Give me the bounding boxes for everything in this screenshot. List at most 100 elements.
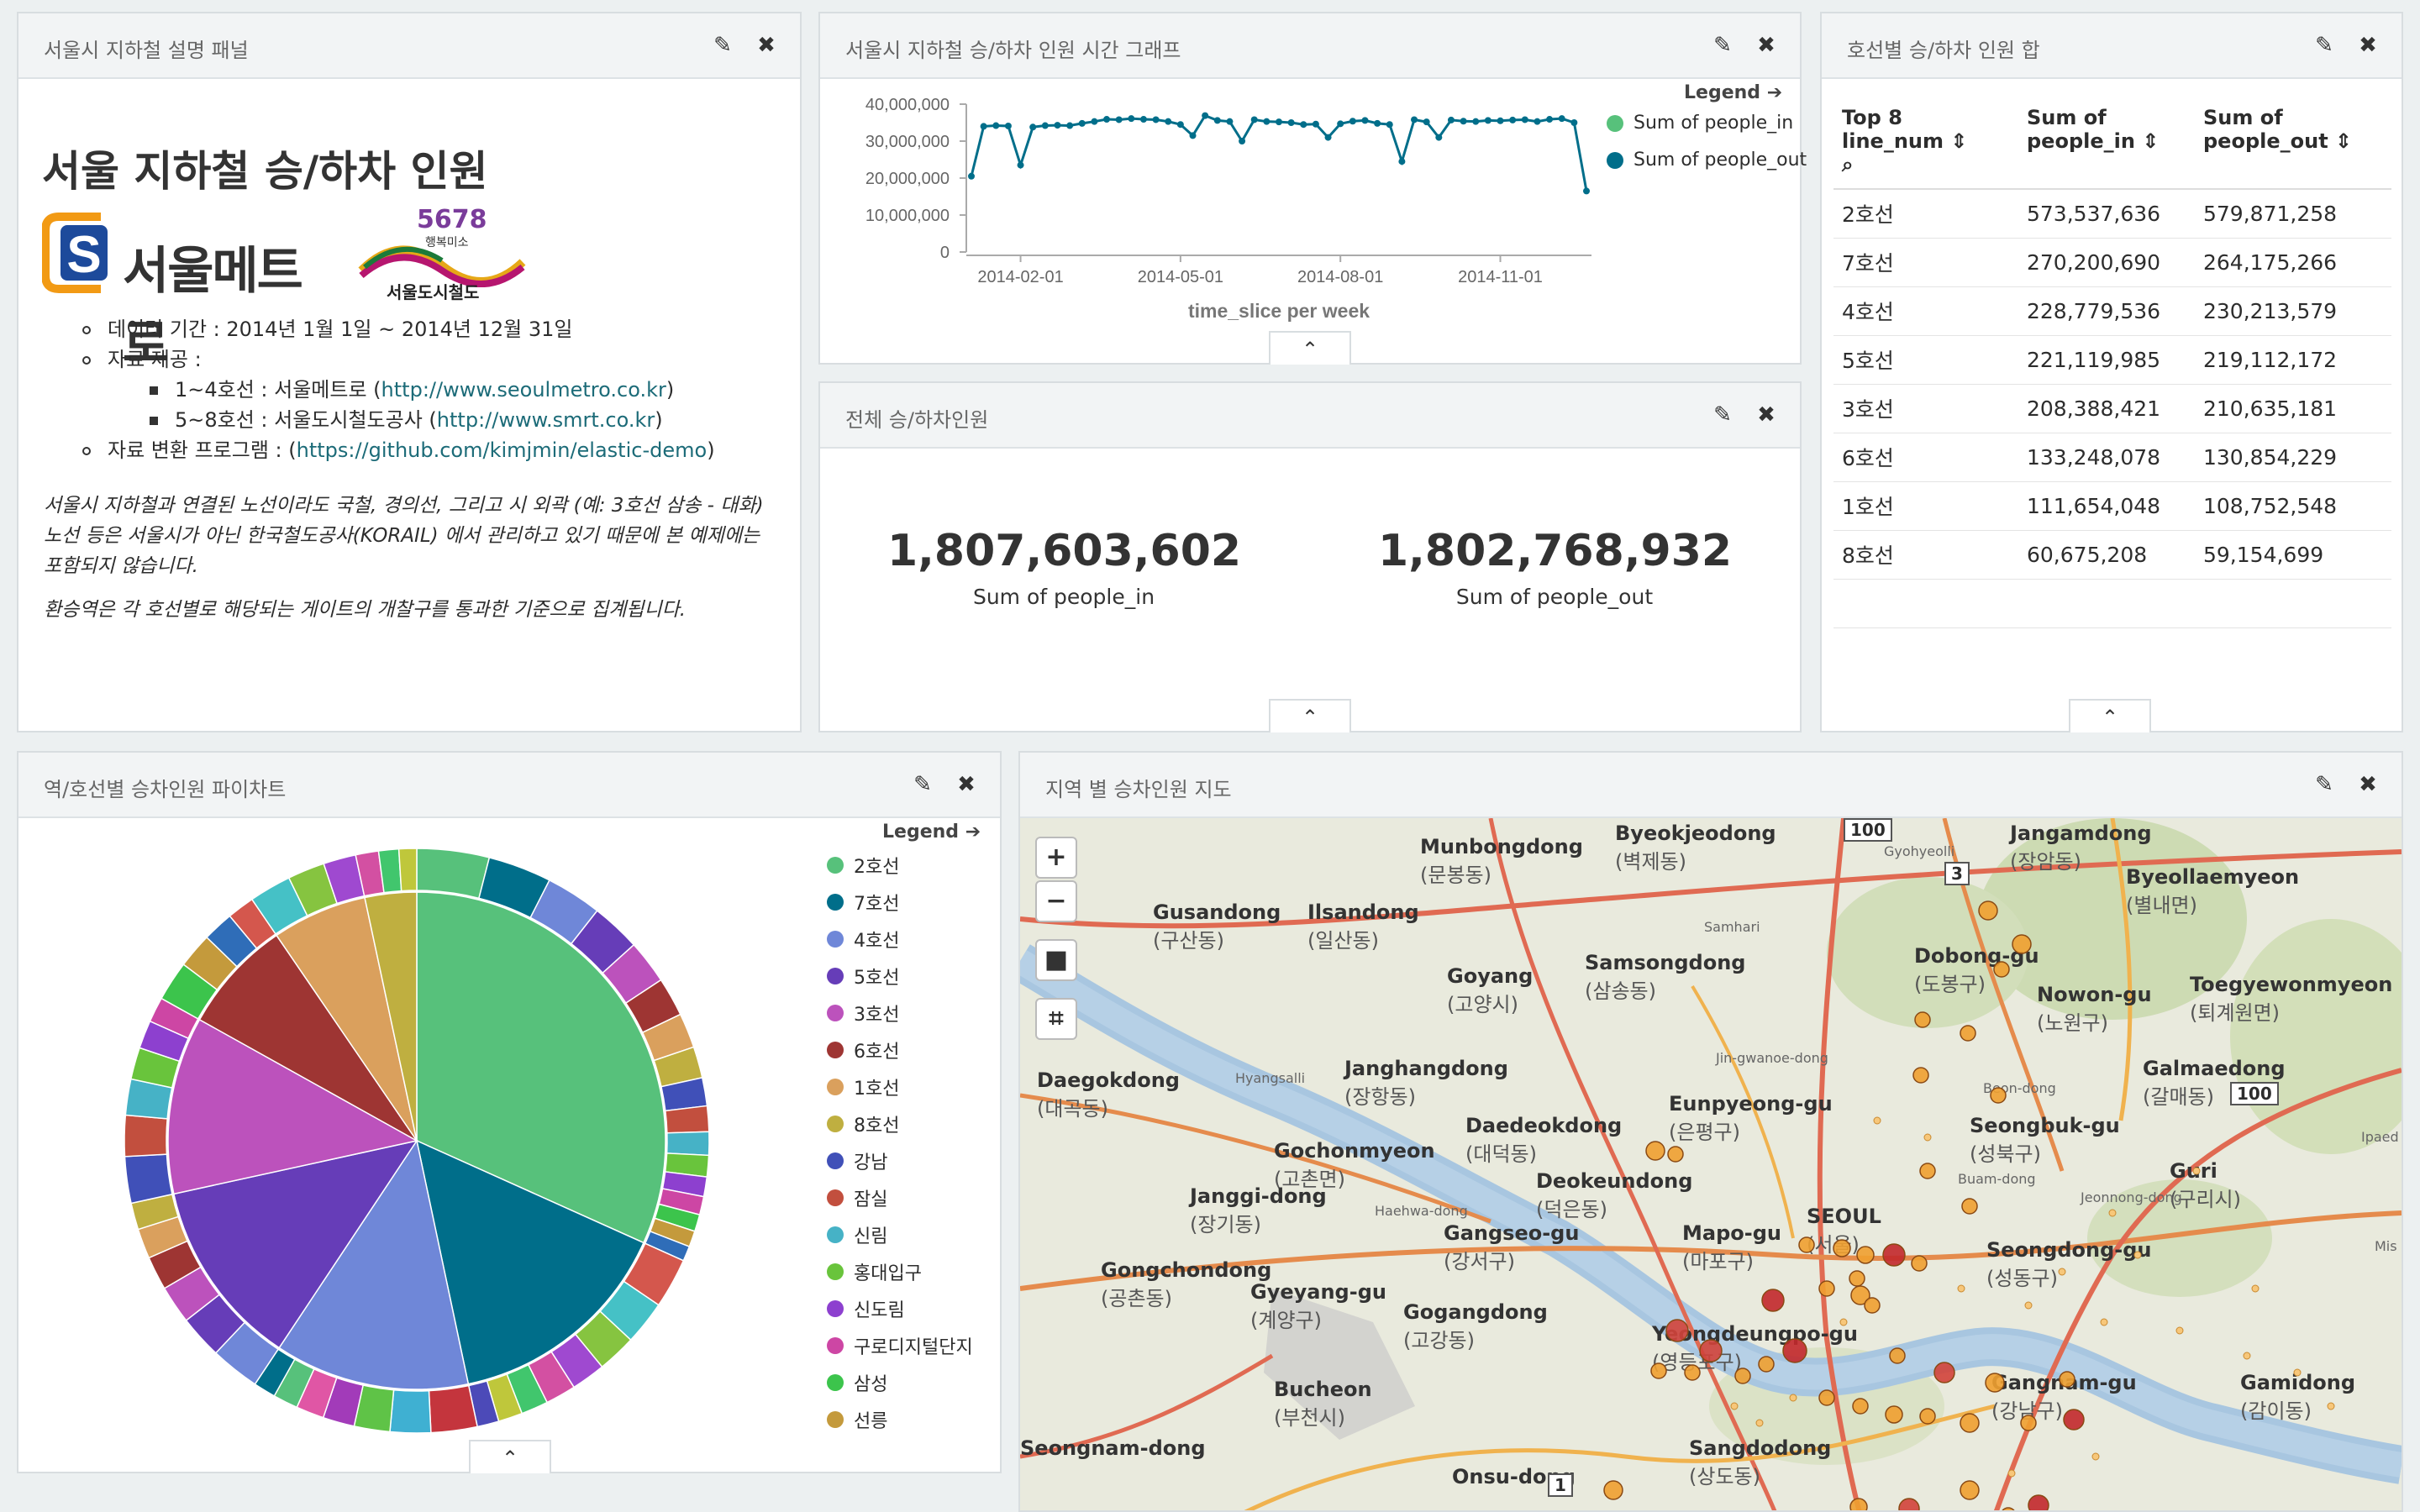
pie-ring-slice[interactable] xyxy=(389,1389,432,1434)
station-marker[interactable] xyxy=(1849,1498,1868,1510)
line-point[interactable] xyxy=(1250,116,1258,123)
line-point[interactable] xyxy=(1361,117,1369,124)
station-marker-small[interactable] xyxy=(2243,1352,2251,1360)
legend-item-out[interactable]: Sum of people_out xyxy=(1607,150,1807,171)
station-marker[interactable] xyxy=(1699,1339,1723,1362)
line-point[interactable] xyxy=(980,123,987,130)
station-marker[interactable] xyxy=(2063,1409,2085,1431)
station-marker-small[interactable] xyxy=(1755,1419,1764,1427)
station-marker-small[interactable] xyxy=(2007,1469,2016,1478)
line-point[interactable] xyxy=(1276,118,1282,126)
edit-icon[interactable]: ✎ xyxy=(1709,402,1736,428)
edit-icon[interactable]: ✎ xyxy=(2311,32,2338,59)
zoom-in-button[interactable]: + xyxy=(1035,837,1077,879)
station-marker-small[interactable] xyxy=(1923,1133,1932,1142)
line-point[interactable] xyxy=(1534,118,1541,125)
line-point[interactable] xyxy=(1066,122,1074,129)
station-marker[interactable] xyxy=(1912,1067,1929,1084)
station-marker-small[interactable] xyxy=(1873,1116,1881,1125)
collapse-toggle[interactable]: ⌃ xyxy=(2069,699,2151,732)
station-marker-small[interactable] xyxy=(2108,1209,2117,1217)
station-marker[interactable] xyxy=(1993,961,2010,978)
legend-item[interactable]: 신림 xyxy=(827,1221,887,1248)
line-point[interactable] xyxy=(1263,118,1270,125)
station-marker-small[interactable] xyxy=(2192,1167,2201,1175)
collapse-toggle[interactable]: ⌃ xyxy=(1269,699,1351,732)
legend-item[interactable]: 6호선 xyxy=(827,1037,899,1063)
station-marker-small[interactable] xyxy=(1789,1394,1797,1402)
line-point[interactable] xyxy=(1091,118,1098,125)
legend-item[interactable]: 1호선 xyxy=(827,1074,899,1100)
close-icon[interactable]: ✖ xyxy=(2354,32,2381,59)
line-point[interactable] xyxy=(1139,116,1147,123)
line-point[interactable] xyxy=(1202,112,1209,119)
collapse-toggle[interactable]: ⌃ xyxy=(1269,331,1351,365)
crop-button[interactable]: ⌗ xyxy=(1035,998,1077,1040)
station-marker[interactable] xyxy=(1833,1239,1851,1257)
station-marker[interactable] xyxy=(1818,1280,1835,1297)
station-marker[interactable] xyxy=(1960,1413,1980,1433)
close-icon[interactable]: ✖ xyxy=(2354,771,2381,798)
edit-icon[interactable]: ✎ xyxy=(2311,771,2338,798)
station-marker[interactable] xyxy=(1667,1146,1684,1163)
station-marker[interactable] xyxy=(1798,1236,1815,1253)
smrt-link[interactable]: http://www.smrt.co.kr xyxy=(437,408,655,432)
station-marker[interactable] xyxy=(1665,1319,1689,1342)
edit-icon[interactable]: ✎ xyxy=(1709,32,1736,59)
station-marker-small[interactable] xyxy=(2058,1268,2066,1276)
line-point[interactable] xyxy=(1460,118,1467,125)
line-point[interactable] xyxy=(1152,116,1160,123)
line-point[interactable] xyxy=(1447,116,1455,123)
line-point[interactable] xyxy=(968,172,975,180)
legend-item[interactable]: 5호선 xyxy=(827,963,899,990)
sort-icon[interactable]: ⇕ xyxy=(2335,129,2352,153)
pie-ring-slice[interactable] xyxy=(665,1105,710,1134)
station-marker[interactable] xyxy=(1650,1362,1667,1379)
legend-item[interactable]: 강남 xyxy=(827,1147,887,1174)
station-marker[interactable] xyxy=(1864,1297,1881,1314)
legend-item[interactable]: 선릉 xyxy=(827,1406,887,1433)
legend-item[interactable]: 홍대입구 xyxy=(827,1258,922,1285)
line-point[interactable] xyxy=(1213,117,1221,124)
line-point[interactable] xyxy=(1004,122,1012,129)
legend-item[interactable]: 구로디지털단지 xyxy=(827,1332,973,1359)
legend-item[interactable]: 2호선 xyxy=(827,852,899,879)
station-marker[interactable] xyxy=(1856,1246,1875,1264)
line-point[interactable] xyxy=(1165,118,1172,125)
station-marker[interactable] xyxy=(1782,1338,1807,1363)
legend-toggle[interactable]: Legend ➔ xyxy=(882,822,981,843)
station-marker-small[interactable] xyxy=(2175,1326,2184,1335)
station-marker-small[interactable] xyxy=(2251,1284,2260,1293)
line-point[interactable] xyxy=(1337,120,1344,128)
line-point[interactable] xyxy=(1484,117,1491,124)
station-marker-small[interactable] xyxy=(2024,1301,2033,1310)
col-header-line[interactable]: Top 8 line_num ⇕ ⌕ xyxy=(1833,97,2018,190)
line-point[interactable] xyxy=(1374,119,1381,127)
col-header-people-out[interactable]: Sum of people_out ⇕ xyxy=(2195,97,2391,190)
seoulmetro-link[interactable]: http://www.seoulmetro.co.kr xyxy=(381,378,666,402)
legend-item[interactable]: 삼성 xyxy=(827,1369,887,1396)
legend-item[interactable]: 7호선 xyxy=(827,889,899,916)
search-icon[interactable]: ⌕ xyxy=(1842,153,1853,176)
station-marker[interactable] xyxy=(1852,1398,1869,1415)
close-icon[interactable]: ✖ xyxy=(953,771,980,798)
line-point[interactable] xyxy=(1287,119,1295,126)
pie-ring-slice[interactable] xyxy=(124,1114,168,1158)
pie-ring-slice[interactable] xyxy=(666,1131,710,1157)
legend-item[interactable]: 신도림 xyxy=(827,1295,905,1322)
station-marker-small[interactable] xyxy=(2091,1452,2100,1461)
draw-rectangle-button[interactable]: ■ xyxy=(1035,939,1077,981)
legend-item[interactable]: 4호선 xyxy=(827,926,899,953)
station-marker[interactable] xyxy=(1933,1362,1955,1383)
line-point[interactable] xyxy=(1300,121,1307,129)
line-point[interactable] xyxy=(1435,134,1443,141)
line-point[interactable] xyxy=(1509,116,1517,123)
legend-item[interactable]: 3호선 xyxy=(827,1000,899,1026)
station-marker[interactable] xyxy=(1978,900,1998,921)
station-marker[interactable] xyxy=(2028,1494,2049,1510)
line-point[interactable] xyxy=(1128,115,1135,123)
line-point[interactable] xyxy=(1497,117,1504,124)
pie-ring-slice[interactable] xyxy=(397,848,418,892)
line-point[interactable] xyxy=(1423,118,1430,126)
station-marker[interactable] xyxy=(1758,1356,1775,1373)
